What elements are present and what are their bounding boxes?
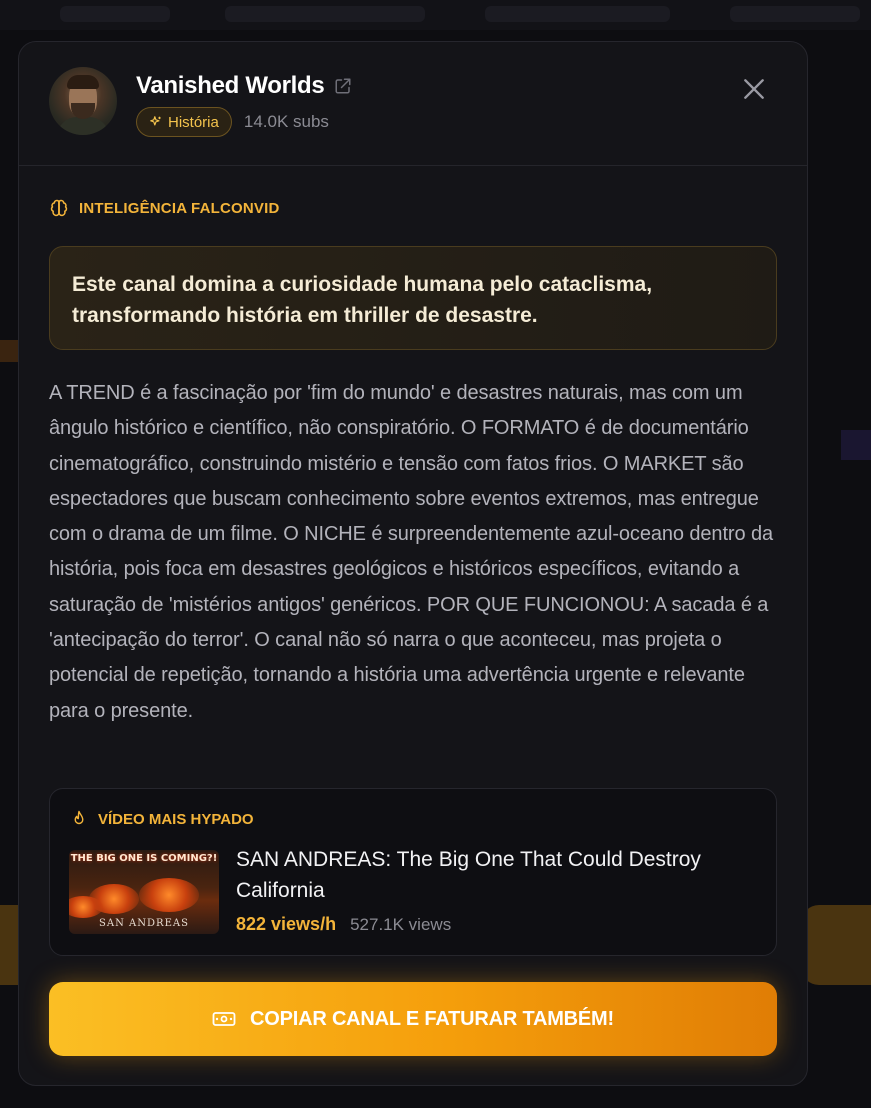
avatar-hair [67,75,99,89]
channel-avatar [49,67,117,135]
top-video-card[interactable]: VÍDEO MAIS HYPADO THE BIG ONE IS COMING?… [49,788,777,956]
modal-header: Vanished Worlds História 14.0K subs [19,42,807,166]
copy-channel-label: COPIAR CANAL E FATURAR TAMBÉM! [250,1007,614,1030]
insight-highlight-box: Este canal domina a curiosidade humana p… [49,246,777,350]
thumbnail-title: THE BIG ONE IS COMING?! [70,853,218,864]
video-stats: 822 views/h 527.1K views [236,914,451,935]
background-button [801,905,871,985]
total-views: 527.1K views [350,915,452,934]
background-tab [485,6,670,22]
channel-analysis-text: A TREND é a fascinação por 'fim do mundo… [49,382,773,722]
video-title[interactable]: SAN ANDREAS: The Big One That Could Dest… [236,844,736,906]
thumbnail-fire [69,896,103,918]
category-badge: História [136,107,232,137]
flame-icon [74,810,84,825]
avatar-body [57,117,109,135]
intelligence-label: INTELIGÊNCIA FALCONVID [79,199,280,217]
thumbnail-subtitle: SAN ANDREAS [99,918,189,929]
video-thumbnail[interactable]: THE BIG ONE IS COMING?! SAN ANDREAS [69,850,219,934]
money-icon [212,1012,236,1026]
background-tab [730,6,860,22]
external-link-icon[interactable] [334,77,352,95]
channel-insight-modal: Vanished Worlds História 14.0K subs INTE… [18,41,808,1086]
category-label: História [168,113,219,131]
brain-icon [50,199,68,217]
channel-title-row: Vanished Worlds [136,72,352,100]
close-icon[interactable] [741,76,767,102]
intelligence-heading: INTELIGÊNCIA FALCONVID [49,198,280,218]
background-button [0,905,20,985]
copy-channel-button[interactable]: COPIAR CANAL E FATURAR TAMBÉM! [49,982,777,1056]
insight-highlight-text: Este canal domina a curiosidade humana p… [72,273,653,327]
top-video-label: VÍDEO MAIS HYPADO [98,810,254,828]
background-tab-bar [0,0,871,30]
background-tab [225,6,425,22]
background-chip [841,430,871,460]
subscriber-count: 14.0K subs [243,112,329,131]
thumbnail-fire [139,878,199,912]
channel-meta-row: História 14.0K subs [136,107,329,137]
top-video-heading: VÍDEO MAIS HYPADO [70,809,254,829]
views-per-hour: 822 views/h [236,914,337,934]
sparkles-icon [150,116,161,126]
background-tab [60,6,170,22]
background-strip [0,340,20,362]
channel-name[interactable]: Vanished Worlds [136,72,325,100]
